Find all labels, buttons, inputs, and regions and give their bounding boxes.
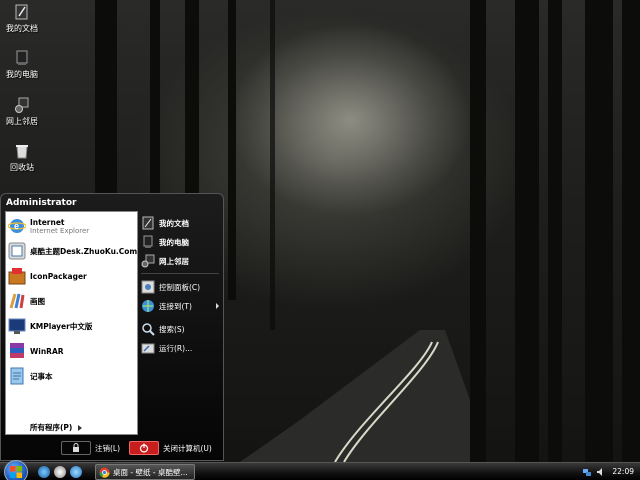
arrow-right-icon (216, 303, 219, 309)
road (240, 330, 470, 462)
start-place-connect-to[interactable]: 连接到(T) (141, 297, 223, 315)
start-menu: Administrator e Internet Internet Explor… (0, 193, 224, 461)
network-tray-icon[interactable] (582, 467, 592, 477)
pinned-programs-panel: e Internet Internet Explorer 桌酷主题Desk.Zh… (5, 211, 138, 435)
my-computer-icon (14, 50, 30, 66)
chrome-icon (99, 467, 110, 478)
all-programs-label: 所有程序(P) (30, 423, 73, 432)
arrow-right-icon (78, 424, 83, 431)
kmplayer-icon (8, 317, 26, 335)
separator (141, 273, 219, 274)
start-item-subtitle: Internet Explorer (30, 226, 90, 235)
connect-to-icon (141, 299, 155, 313)
power-icon (129, 441, 159, 455)
taskbar-window-label: 桌面 - 壁纸 - 桌酷壁... (113, 467, 188, 477)
system-tray: 22:09 (580, 463, 640, 480)
start-place-search[interactable]: 搜索(S) (141, 320, 223, 338)
control-panel-icon (141, 280, 155, 294)
start-item-zhuoku[interactable]: 桌酷主题Desk.ZhuoKu.Com (8, 240, 138, 262)
volume-tray-icon[interactable] (596, 467, 606, 477)
notepad-icon (8, 367, 26, 385)
start-place-label: 连接到(T) (159, 301, 192, 311)
start-place-my-documents[interactable]: 我的文档 (141, 214, 223, 232)
start-item-title: 记事本 (30, 371, 53, 381)
start-item-title: KMPlayer中文版 (30, 321, 93, 331)
iconpackager-icon (8, 267, 26, 285)
start-item-paint[interactable]: 画图 (8, 290, 138, 312)
start-item-kmplayer[interactable]: KMPlayer中文版 (8, 315, 138, 337)
start-menu-username: Administrator (6, 198, 77, 208)
start-item-title: IconPackager (30, 271, 87, 281)
start-place-label: 运行(R)... (159, 343, 193, 353)
start-place-control-panel[interactable]: 控制面板(C) (141, 278, 223, 296)
start-item-title: WinRAR (30, 346, 64, 356)
internet-explorer-icon: e (7, 217, 27, 235)
quicklaunch-ie-icon[interactable] (38, 466, 50, 478)
zhuoku-theme-icon (8, 242, 26, 260)
paint-icon (8, 292, 26, 310)
desktop-icon-label: 回收站 (10, 163, 34, 172)
shutdown-label: 关闭计算机(U) (163, 443, 212, 453)
winrar-icon (8, 342, 26, 360)
lock-icon (61, 441, 91, 455)
logoff-label: 注销(L) (95, 443, 121, 453)
start-item-iconpackager[interactable]: IconPackager (8, 265, 138, 287)
start-place-label: 搜索(S) (159, 324, 185, 334)
run-icon (141, 341, 155, 355)
desktop-icon-my-documents[interactable]: 我的文档 (2, 4, 42, 34)
start-place-run[interactable]: 运行(R)... (141, 339, 223, 357)
my-documents-icon (14, 4, 30, 20)
taskbar-window-button[interactable]: 桌面 - 壁纸 - 桌酷壁... (95, 464, 195, 480)
start-place-label: 我的电脑 (159, 237, 189, 247)
desktop-icon-label: 我的文档 (6, 24, 38, 33)
logoff-button[interactable]: 注销(L) (61, 440, 120, 456)
desktop-icon-my-computer[interactable]: 我的电脑 (2, 50, 42, 80)
start-item-title: Internet (30, 217, 65, 227)
my-documents-icon (141, 216, 155, 230)
desktop-icon-label: 网上邻居 (6, 117, 38, 126)
network-places-icon (141, 254, 155, 268)
taskbar-clock[interactable]: 22:09 (612, 467, 634, 476)
desktop-icon-recycle-bin[interactable]: 回收站 (2, 143, 42, 173)
start-menu-footer: 注销(L) 关闭计算机(U) (1, 436, 223, 460)
start-place-label: 网上邻居 (159, 256, 189, 266)
windows-logo-icon (10, 466, 22, 478)
search-icon (141, 322, 155, 336)
start-item-title: 桌酷主题Desk.ZhuoKu.Com (30, 246, 138, 256)
all-programs-button[interactable]: 所有程序(P) (30, 422, 83, 433)
places-panel: 我的文档 我的电脑 网上邻居 控制面板(C) 连接到(T) 搜索(S) 运行(R… (141, 211, 223, 435)
start-item-internet[interactable]: e Internet Internet Explorer (7, 215, 138, 237)
shutdown-button[interactable]: 关闭计算机(U) (129, 440, 212, 456)
desktop-icon-network-places[interactable]: 网上邻居 (2, 97, 42, 127)
recycle-bin-icon (14, 143, 30, 159)
start-place-label: 我的文档 (159, 218, 189, 228)
start-place-my-computer[interactable]: 我的电脑 (141, 233, 223, 251)
start-item-winrar[interactable]: WinRAR (8, 340, 138, 362)
taskbar: 桌面 - 壁纸 - 桌酷壁... 22:09 (0, 460, 640, 480)
start-item-notepad[interactable]: 记事本 (8, 365, 138, 387)
network-places-icon (14, 97, 30, 113)
my-computer-icon (141, 235, 155, 249)
quicklaunch-media-icon[interactable] (54, 466, 66, 478)
start-place-label: 控制面板(C) (159, 282, 201, 292)
start-button[interactable] (4, 460, 28, 480)
svg-text:e: e (14, 221, 19, 231)
quicklaunch-desktop-icon[interactable] (70, 466, 82, 478)
desktop-icon-label: 我的电脑 (6, 70, 38, 79)
start-item-title: 画图 (30, 296, 45, 306)
start-place-network[interactable]: 网上邻居 (141, 252, 223, 270)
